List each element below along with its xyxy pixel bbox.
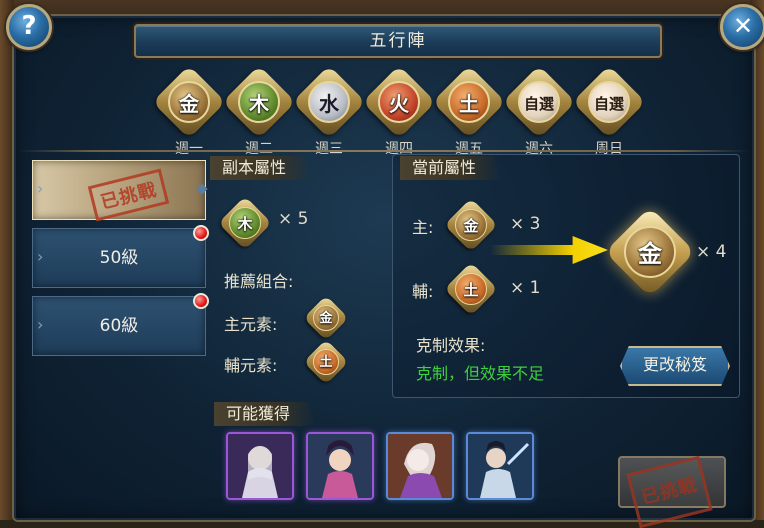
character-portrait-icon <box>308 434 372 498</box>
element-gold-icon: 金 <box>313 305 339 331</box>
change-secret-button[interactable]: 更改秘笈 <box>620 346 730 386</box>
reward-item[interactable] <box>226 432 294 500</box>
element-wood-icon: 木 <box>229 207 261 239</box>
character-portrait-icon <box>468 434 532 498</box>
instance-attr-header: 副本屬性 <box>210 156 313 180</box>
day-sat[interactable]: 自選 週六 <box>502 65 576 158</box>
divider <box>18 150 748 152</box>
day-sun[interactable]: 自選 周日 <box>572 65 646 158</box>
day-mon[interactable]: 金 週一 <box>152 65 226 158</box>
result-multiplier: × 4 <box>696 242 727 262</box>
element-custom-icon: 自選 <box>518 81 560 123</box>
reward-item[interactable] <box>466 432 534 500</box>
current-attr-header: 當前屬性 <box>400 156 503 180</box>
instance-element-orb: 木 <box>218 196 272 250</box>
current-main-label: 主: <box>412 218 434 237</box>
reward-item[interactable] <box>306 432 374 500</box>
day-label: 週三 <box>315 141 343 157</box>
element-gold-icon: 金 <box>455 209 487 241</box>
tab-label: 60級 <box>99 316 139 336</box>
element-water-icon: 水 <box>308 81 350 123</box>
help-button[interactable]: ? <box>6 4 52 50</box>
rewards-header: 可能獲得 <box>214 402 317 426</box>
tab-level-1[interactable]: › 已挑戰 <box>32 160 206 222</box>
current-main-multiplier: × 3 <box>510 214 541 234</box>
recommend-label: 推薦組合: <box>224 272 294 291</box>
current-aux-label: 輔: <box>412 282 434 301</box>
effect-label: 克制效果: <box>416 336 486 355</box>
recommend-aux-orb: 土 <box>303 339 349 385</box>
element-earth-icon: 土 <box>455 273 487 305</box>
challenge-button[interactable]: 已挑戰 <box>618 455 726 528</box>
day-thu[interactable]: 火 週四 <box>362 65 436 158</box>
effect-text: 克制，但效果不足 <box>416 364 545 383</box>
element-wood-icon: 木 <box>238 81 280 123</box>
tab-level-50[interactable]: › 50級 <box>32 225 209 288</box>
five-elements-panel: 五行陣 金 週一 木 週二 水 週三 火 週四 土 週五 自選 週六 自選 周日 <box>12 14 756 528</box>
element-earth-icon: 土 <box>448 81 490 123</box>
reward-item[interactable] <box>386 432 454 500</box>
element-gold-icon: 金 <box>168 81 210 123</box>
day-wed[interactable]: 水 週三 <box>292 65 366 158</box>
aux-element-label: 輔元素: <box>224 356 278 375</box>
character-portrait-icon <box>388 434 452 498</box>
instance-multiplier: × 5 <box>278 209 309 229</box>
day-label: 週二 <box>245 141 273 157</box>
day-label: 週一 <box>175 141 203 157</box>
recommend-main-orb: 金 <box>303 295 349 341</box>
notification-dot-icon <box>193 225 209 241</box>
window-title: 五行陣 <box>134 24 662 58</box>
element-gold-icon: 金 <box>624 226 676 278</box>
notification-dot-icon <box>193 293 209 309</box>
element-fire-icon: 火 <box>378 81 420 123</box>
close-button[interactable]: ✕ <box>720 4 764 50</box>
element-earth-icon: 土 <box>313 349 339 375</box>
character-portrait-icon <box>228 434 292 498</box>
challenged-stamp: 已挑戰 <box>87 168 170 222</box>
current-aux-multiplier: × 1 <box>510 278 541 298</box>
element-custom-icon: 自選 <box>588 81 630 123</box>
challenged-stamp: 已挑戰 <box>626 455 713 528</box>
tab-level-60[interactable]: › 60級 <box>32 293 209 356</box>
day-tue[interactable]: 木 週二 <box>222 65 296 158</box>
day-fri[interactable]: 土 週五 <box>432 65 506 158</box>
chevron-right-icon: › <box>37 179 44 198</box>
main-element-label: 主元素: <box>224 315 278 334</box>
tab-label: 50級 <box>99 248 139 268</box>
